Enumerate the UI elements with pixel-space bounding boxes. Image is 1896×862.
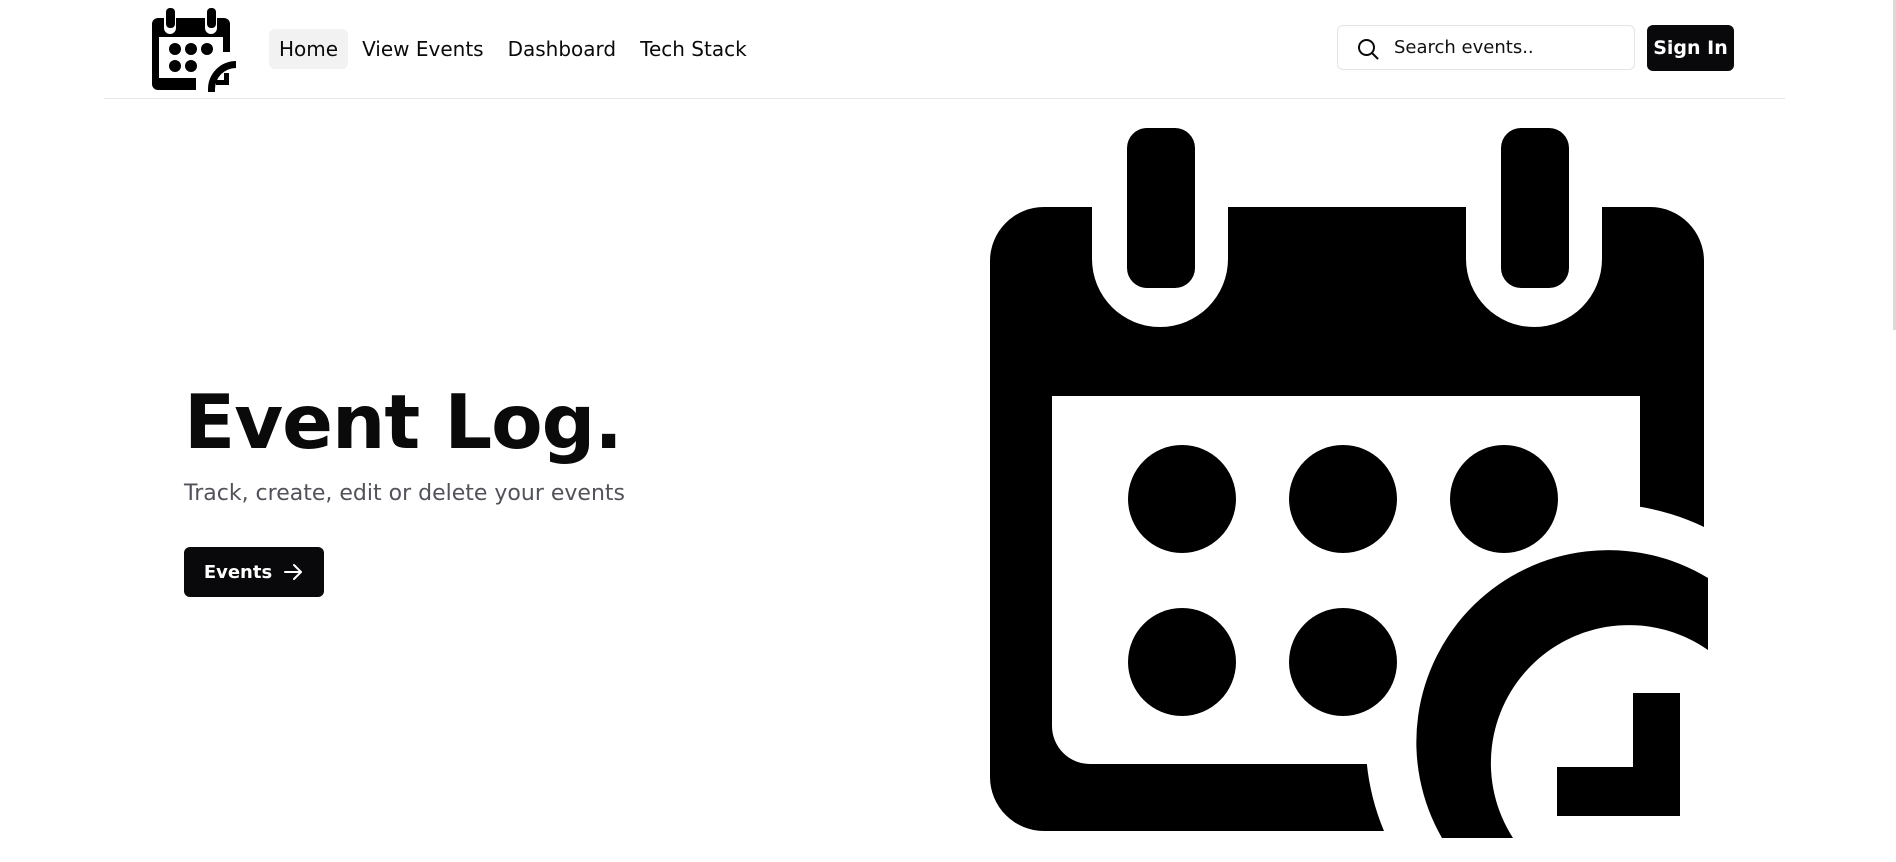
sign-in-button[interactable]: Sign In: [1647, 25, 1734, 71]
events-button-label: Events: [203, 561, 273, 583]
nav-item-view-events[interactable]: View Events: [352, 29, 494, 69]
arrow-right-icon: [282, 561, 304, 583]
hero-subtitle: Track, create, edit or delete your event…: [184, 481, 625, 506]
calendar-clock-icon[interactable]: [152, 8, 236, 92]
search-icon: [1356, 37, 1380, 61]
main-nav: Home View Events Dashboard Tech Stack: [269, 29, 757, 69]
nav-item-dashboard[interactable]: Dashboard: [498, 29, 627, 69]
site-header: Home View Events Dashboard Tech Stack Si…: [104, 0, 1785, 99]
hero-title: Event Log.: [184, 378, 623, 466]
calendar-clock-icon: [990, 126, 1710, 840]
events-button[interactable]: Events: [184, 547, 324, 597]
page: Home View Events Dashboard Tech Stack Si…: [0, 0, 1896, 862]
search-input[interactable]: [1394, 26, 1624, 69]
search-box[interactable]: [1337, 25, 1635, 70]
nav-item-tech-stack[interactable]: Tech Stack: [630, 29, 757, 69]
nav-item-home[interactable]: Home: [269, 29, 349, 69]
